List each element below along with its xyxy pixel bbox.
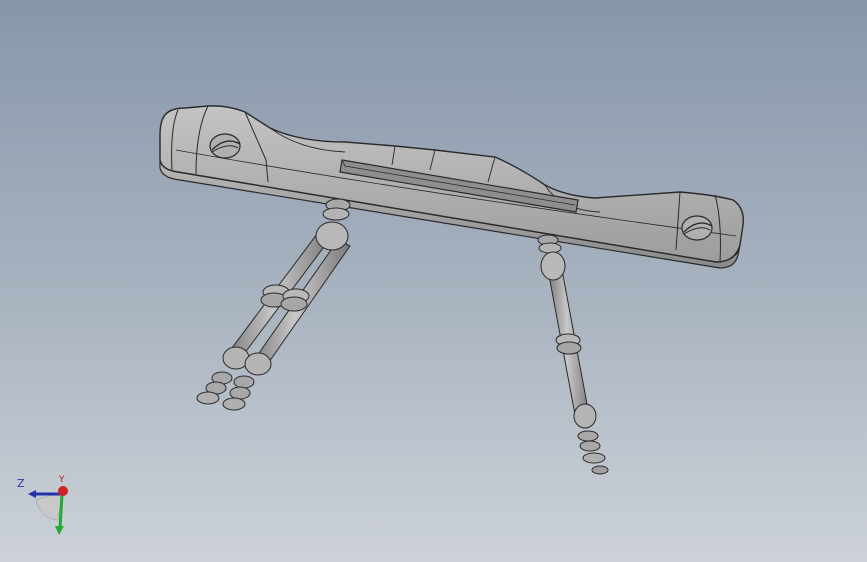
bow-saw-frame-model[interactable] — [0, 0, 867, 562]
y-axis-label: Y — [59, 475, 65, 485]
x-axis-point — [58, 486, 68, 496]
right-leg-assembly — [537, 234, 609, 475]
left-leg-assembly — [196, 198, 351, 411]
z-axis-label: Z — [17, 477, 25, 490]
right-screw-head — [681, 215, 713, 241]
y-axis-arrow — [58, 493, 64, 529]
view-orientation-triad[interactable]: Z Y — [10, 470, 80, 545]
graphics-viewport[interactable]: Z Y — [0, 0, 867, 562]
triad-base-shape — [35, 491, 63, 521]
left-screw-head — [209, 133, 241, 159]
